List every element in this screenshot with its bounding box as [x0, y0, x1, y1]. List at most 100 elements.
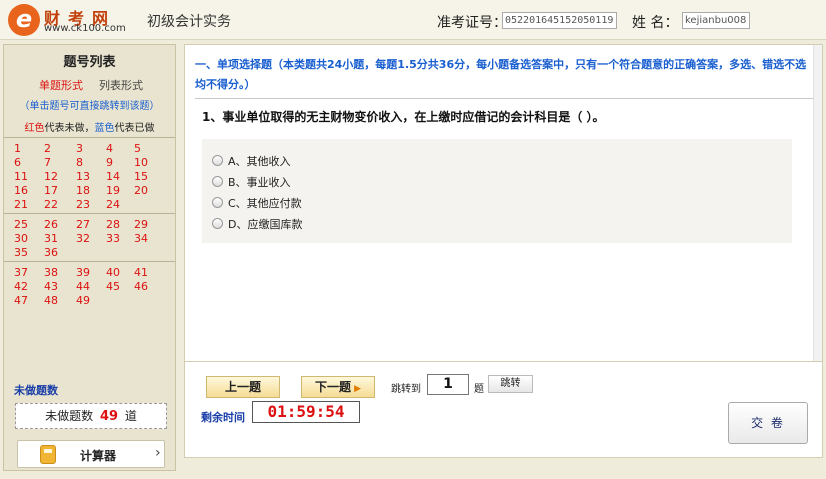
question-text: 1、事业单位取得的无主财物变价收入，在上缴时应借记的会计科目是（ ）。 — [202, 110, 605, 124]
chevron-right-icon: › — [155, 445, 161, 461]
question-number-link[interactable]: 26 — [44, 218, 69, 231]
jump-unit: 题 — [474, 384, 484, 395]
question-list-title: 题号列表 — [63, 55, 116, 70]
question-number-link[interactable]: 6 — [14, 156, 39, 169]
question-number-link[interactable]: 36 — [44, 246, 69, 259]
candidate-name-field: kejianbu008 — [682, 12, 750, 29]
question-number-link[interactable]: 41 — [134, 266, 159, 279]
question-number-link[interactable]: 37 — [14, 266, 39, 279]
ticket-label: 准考证号： — [437, 15, 507, 31]
site-logo: e 财考网 www.ck100.com — [8, 4, 138, 36]
question-number-link[interactable]: 28 — [106, 218, 131, 231]
legend-undone-text: 代表未做， — [44, 123, 95, 134]
question-number-link[interactable]: 12 — [44, 170, 69, 183]
question-number-link[interactable]: 34 — [134, 232, 159, 245]
question-number-link[interactable]: 31 — [44, 232, 69, 245]
question-number-link[interactable]: 20 — [134, 184, 159, 197]
question-number-link[interactable]: 24 — [106, 198, 131, 211]
radio-icon[interactable] — [212, 218, 223, 229]
next-label: 下一题 — [314, 380, 351, 394]
question-number-link[interactable]: 35 — [14, 246, 39, 259]
question-number-grid: 1 2 3 4 5 6 7 8 9 10 11 12 13 14 15 16 17 18 19 20 21 22 23 24 2… — [4, 137, 175, 309]
submit-exam-button[interactable]: 交 卷 — [728, 402, 808, 444]
jump-hint: （单击题号可直接跳转到该题） — [19, 101, 160, 112]
section-title: 一、单项选择题（本类题共24小题，每题1.5分共36分，每小题备选答案中，只有一… — [195, 58, 807, 91]
question-number-link[interactable]: 19 — [106, 184, 131, 197]
question-number-link[interactable]: 17 — [44, 184, 69, 197]
prev-question-button[interactable]: 上一题 — [206, 376, 280, 398]
tab-list-mode[interactable]: 列表形式 — [99, 77, 143, 93]
control-bar: 上一题 下一题 ▶ 跳转到 1 题 跳转 剩余时间 01:59:54 交 卷 — [184, 362, 823, 458]
jump-number-input[interactable]: 1 — [427, 374, 469, 395]
radio-icon[interactable] — [212, 155, 223, 166]
legend-done-text: 代表已做 — [114, 123, 155, 134]
question-number-link[interactable]: 27 — [76, 218, 101, 231]
calculator-button[interactable]: 计算器 › — [17, 440, 165, 468]
question-number-link[interactable]: 10 — [134, 156, 159, 169]
option-label: A、其他收入 — [228, 155, 291, 168]
question-number-link[interactable]: 16 — [14, 184, 39, 197]
question-number-link[interactable]: 22 — [44, 198, 69, 211]
calculator-label: 计算器 — [80, 449, 117, 463]
question-number-link[interactable]: 46 — [134, 280, 159, 293]
jump-button[interactable]: 跳转 — [488, 375, 533, 393]
question-number-link[interactable]: 38 — [44, 266, 69, 279]
question-area: 一、单项选择题（本类题共24小题，每题1.5分共36分，每小题备选答案中，只有一… — [184, 44, 823, 362]
question-number-link[interactable]: 13 — [76, 170, 101, 183]
logo-e-icon: e — [8, 4, 40, 36]
undone-title: 未做题数 — [14, 384, 58, 397]
header-bar: e 财考网 www.ck100.com 初级会计实务 准考证号： 0522016… — [0, 0, 826, 40]
question-number-link[interactable]: 33 — [106, 232, 131, 245]
ticket-number-field: 052201645152050119 — [502, 12, 617, 29]
undone-count: 49 — [99, 409, 119, 424]
logo-url: www.ck100.com — [44, 23, 126, 34]
calculator-icon — [40, 445, 56, 464]
option-label: C、其他应付款 — [228, 197, 302, 210]
question-group: 37 38 39 40 41 42 43 44 45 46 47 48 49 — [4, 261, 175, 309]
question-number-link[interactable]: 9 — [106, 156, 131, 169]
question-number-link[interactable]: 32 — [76, 232, 101, 245]
question-number-link[interactable]: 40 — [106, 266, 131, 279]
question-number-link[interactable]: 49 — [76, 294, 101, 307]
vertical-scrollbar[interactable] — [813, 45, 822, 361]
question-number-link[interactable]: 4 — [106, 142, 131, 155]
tab-single-mode[interactable]: 单题形式 — [39, 77, 83, 93]
question-number-link[interactable]: 30 — [14, 232, 39, 245]
color-legend: 红色代表未做，蓝色代表已做 — [4, 119, 175, 134]
question-number-link[interactable]: 11 — [14, 170, 39, 183]
question-number-link[interactable]: 18 — [76, 184, 101, 197]
question-number-link[interactable]: 45 — [106, 280, 131, 293]
question-number-link[interactable]: 1 — [14, 142, 39, 155]
radio-icon[interactable] — [212, 197, 223, 208]
legend-blue-text: 蓝色 — [94, 123, 115, 134]
countdown-timer: 01:59:54 — [252, 401, 360, 423]
question-number-link[interactable]: 42 — [14, 280, 39, 293]
exam-title: 初级会计实务 — [147, 14, 231, 30]
question-number-link[interactable]: 8 — [76, 156, 101, 169]
question-number-link[interactable]: 3 — [76, 142, 101, 155]
question-number-link[interactable]: 15 — [134, 170, 159, 183]
question-number-link[interactable]: 21 — [14, 198, 39, 211]
question-group: 1 2 3 4 5 6 7 8 9 10 11 12 13 14 15 16 17 18 19 20 21 22 23 24 — [4, 137, 175, 213]
question-number-link[interactable]: 7 — [44, 156, 69, 169]
question-number-link[interactable]: 47 — [14, 294, 39, 307]
question-number-link[interactable]: 29 — [134, 218, 159, 231]
question-number-link[interactable]: 2 — [44, 142, 69, 155]
prev-label: 上一题 — [224, 380, 261, 394]
play-triangle-icon: ▶ — [350, 384, 362, 394]
question-number-link[interactable]: 25 — [14, 218, 39, 231]
question-number-link[interactable]: 5 — [134, 142, 159, 155]
question-number-link[interactable]: 48 — [44, 294, 69, 307]
jump-label: 跳转到 — [391, 384, 421, 395]
answer-options: A、其他收入 B、事业收入 C、其他应付款 D、应缴国库款 — [202, 139, 792, 243]
time-remaining-label: 剩余时间 — [201, 411, 245, 424]
question-number-link[interactable]: 43 — [44, 280, 69, 293]
question-number-link[interactable]: 44 — [76, 280, 101, 293]
question-number-link[interactable]: 39 — [76, 266, 101, 279]
name-label: 姓 名： — [632, 15, 679, 31]
undone-count-box: 未做题数 49 道 — [15, 403, 167, 429]
question-number-link[interactable]: 23 — [76, 198, 101, 211]
next-question-button[interactable]: 下一题 ▶ — [301, 376, 375, 398]
radio-icon[interactable] — [212, 176, 223, 187]
question-number-link[interactable]: 14 — [106, 170, 131, 183]
